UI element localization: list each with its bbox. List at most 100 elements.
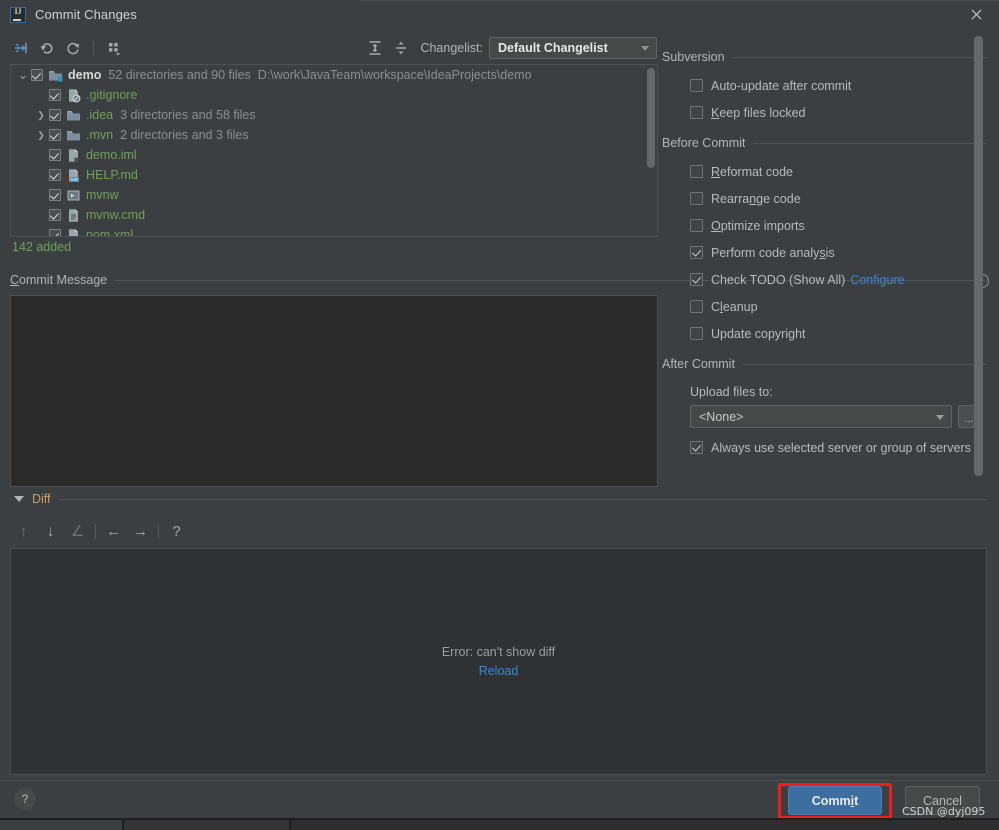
tree-row[interactable]: pom.xml bbox=[11, 225, 657, 236]
option-label: Rearrange code bbox=[711, 191, 801, 206]
tree-node-name: HELP.md bbox=[86, 168, 138, 182]
section-rule bbox=[58, 498, 987, 500]
close-icon[interactable] bbox=[953, 0, 999, 29]
tree-row[interactable]: ❯ .idea 3 directories and 58 files bbox=[11, 105, 657, 125]
option-row[interactable]: Auto-update after commit bbox=[662, 72, 987, 99]
option-checkbox[interactable] bbox=[690, 106, 703, 119]
collapse-all-glyph bbox=[396, 41, 407, 55]
chevron-down-icon bbox=[641, 46, 649, 51]
page-title: Commit Changes bbox=[35, 7, 137, 22]
tree-row[interactable]: .gitignore bbox=[11, 85, 657, 105]
move-to-changelist-icon[interactable] bbox=[8, 36, 34, 60]
commit-button[interactable]: Commit bbox=[788, 786, 882, 815]
tree-row[interactable]: mvnw bbox=[11, 185, 657, 205]
file-checkbox[interactable] bbox=[49, 169, 61, 181]
tree-row[interactable]: mvnw.cmd bbox=[11, 205, 657, 225]
help-button[interactable]: ? bbox=[14, 788, 36, 810]
option-label: Check TODO (Show All) bbox=[711, 272, 846, 287]
tree-row[interactable]: ❯ .mvn 2 directories and 3 files bbox=[11, 125, 657, 145]
always-use-server-row[interactable]: Always use selected server or group of s… bbox=[662, 434, 987, 461]
tree-row[interactable]: ⌄ demo 52 directories and 90 files D:\work\… bbox=[11, 65, 657, 85]
previous-difference-icon[interactable]: ↓ bbox=[37, 518, 64, 544]
rollback-icon[interactable] bbox=[34, 36, 60, 60]
tree-node-name: .mvn bbox=[86, 128, 114, 142]
upload-target-row: <None>... bbox=[662, 405, 987, 428]
option-label: Update copyright bbox=[711, 326, 806, 341]
option-row[interactable]: Reformat code bbox=[662, 158, 987, 185]
diff-error-text: Error: can't show diff bbox=[441, 645, 556, 659]
option-checkbox[interactable] bbox=[690, 441, 703, 454]
option-row[interactable]: Rearrange code bbox=[662, 185, 987, 212]
folder-module-icon bbox=[48, 68, 63, 83]
background-window-chrome bbox=[0, 820, 122, 830]
diff-section-label: Diff bbox=[32, 492, 51, 506]
file-checkbox[interactable] bbox=[49, 189, 61, 201]
tree-row[interactable]: demo.iml bbox=[11, 145, 657, 165]
configure-link[interactable]: Configure bbox=[850, 273, 904, 287]
added-count-label: 142 added bbox=[12, 240, 72, 254]
option-label: Always use selected server or group of s… bbox=[711, 440, 971, 455]
option-checkbox[interactable] bbox=[690, 246, 703, 259]
upload-server-dropdown[interactable]: <None> bbox=[690, 405, 952, 428]
chevron-right-icon[interactable]: ❯ bbox=[33, 110, 49, 121]
section-rule bbox=[742, 363, 987, 365]
option-checkbox[interactable] bbox=[690, 273, 703, 286]
file-checkbox[interactable] bbox=[49, 229, 61, 236]
option-checkbox[interactable] bbox=[690, 219, 703, 232]
chevron-down-icon[interactable] bbox=[14, 496, 24, 502]
file-checkbox[interactable] bbox=[49, 129, 61, 141]
accept-right-icon[interactable]: → bbox=[127, 518, 154, 544]
file-checkbox[interactable] bbox=[49, 209, 61, 221]
option-checkbox[interactable] bbox=[690, 79, 703, 92]
file-checkbox[interactable] bbox=[31, 69, 43, 81]
upload-server-value: <None> bbox=[699, 409, 744, 424]
tree-scrollbar[interactable] bbox=[647, 68, 655, 168]
changed-files-tree[interactable]: ⌄ demo 52 directories and 90 files D:\work\… bbox=[10, 64, 658, 237]
option-label: Reformat code bbox=[711, 164, 793, 179]
changes-toolbar: Changelist: Default Changelist bbox=[0, 34, 657, 62]
chevron-right-icon[interactable]: ❯ bbox=[33, 130, 49, 141]
option-checkbox[interactable] bbox=[690, 165, 703, 178]
tree-node-name: demo bbox=[68, 68, 102, 82]
changelist-dropdown[interactable]: Default Changelist bbox=[489, 37, 657, 59]
tree-node-meta: 2 directories and 3 files bbox=[120, 128, 249, 142]
accept-left-icon[interactable]: ← bbox=[100, 518, 127, 544]
option-row[interactable]: Perform code analysis bbox=[662, 239, 987, 266]
diff-toolbar-divider bbox=[95, 523, 96, 539]
option-checkbox[interactable] bbox=[690, 192, 703, 205]
cmd-file-icon bbox=[66, 208, 81, 223]
diff-section-header[interactable]: Diff bbox=[14, 492, 987, 506]
collapse-all-icon[interactable] bbox=[388, 36, 414, 60]
title-bar: Commit Changes bbox=[0, 0, 999, 29]
file-checkbox[interactable] bbox=[49, 89, 61, 101]
apply-difference-icon[interactable]: ∠ bbox=[64, 518, 91, 544]
section-rule bbox=[732, 56, 987, 58]
option-checkbox[interactable] bbox=[690, 300, 703, 313]
commit-message-input[interactable] bbox=[10, 295, 658, 487]
tree-row[interactable]: MD HELP.md bbox=[11, 165, 657, 185]
diff-reload-link[interactable]: Reload bbox=[479, 664, 519, 678]
gitignore-file-icon bbox=[66, 88, 81, 103]
option-row[interactable]: Cleanup bbox=[662, 293, 987, 320]
tree-node-meta: 3 directories and 58 files bbox=[120, 108, 256, 122]
title-seam bbox=[360, 0, 999, 1]
file-checkbox[interactable] bbox=[49, 149, 61, 161]
diff-help-icon[interactable]: ? bbox=[163, 518, 190, 544]
group-by-icon[interactable] bbox=[101, 36, 127, 60]
option-row[interactable]: Keep files locked bbox=[662, 99, 987, 126]
options-scrollbar[interactable] bbox=[974, 36, 983, 476]
refresh-icon[interactable] bbox=[60, 36, 86, 60]
chevron-down-icon[interactable]: ⌄ bbox=[15, 68, 31, 81]
file-checkbox[interactable] bbox=[49, 109, 61, 121]
option-group: Reformat code Rearrange code Optimize impo… bbox=[662, 158, 987, 347]
upload-files-label: Upload files to: bbox=[690, 385, 773, 399]
expand-all-glyph bbox=[369, 41, 381, 55]
tree-node-meta: 52 directories and 90 files bbox=[108, 68, 251, 82]
option-row[interactable]: Optimize imports bbox=[662, 212, 987, 239]
option-row[interactable]: Check TODO (Show All) Configure bbox=[662, 266, 987, 293]
next-difference-icon[interactable]: ↑ bbox=[10, 518, 37, 544]
expand-all-icon[interactable] bbox=[362, 36, 388, 60]
option-checkbox[interactable] bbox=[690, 327, 703, 340]
commit-options-panel: Subversion Auto-update after commit Keep f… bbox=[662, 40, 987, 490]
option-row[interactable]: Update copyright bbox=[662, 320, 987, 347]
